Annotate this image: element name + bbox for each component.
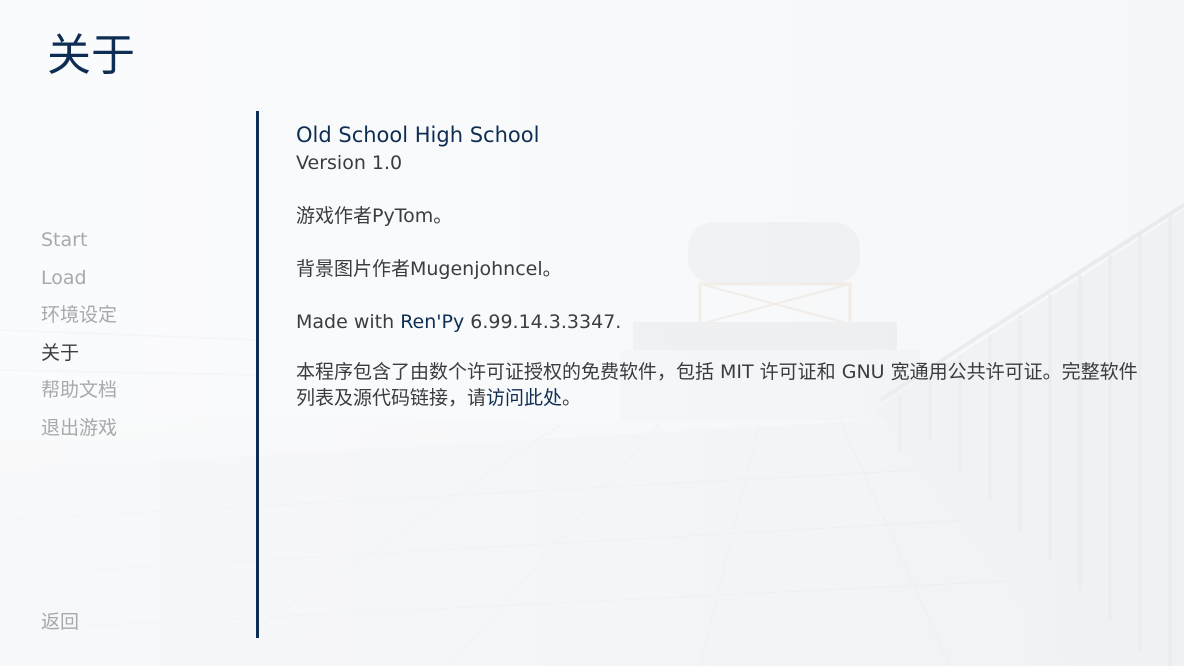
made-with-line: Made with Ren'Py 6.99.14.3.3347. [296, 308, 1146, 336]
about-content: Old School High School Version 1.0 游戏作者P… [296, 121, 1146, 411]
credit-background: 背景图片作者Mugenjohncel。 [296, 258, 562, 280]
nav-item-help[interactable]: 帮助文档 [41, 377, 241, 415]
nav-item-about[interactable]: 关于 [41, 340, 241, 378]
game-version: Version 1.0 [296, 152, 403, 174]
back-button[interactable]: 返回 [41, 609, 79, 635]
renpy-version: 6.99.14.3.3347. [464, 311, 622, 333]
renpy-link[interactable]: Ren'Py [400, 311, 464, 333]
credit-author: 游戏作者PyTom。 [296, 205, 453, 227]
nav-item-preferences[interactable]: 环境设定 [41, 302, 241, 340]
license-notice: 本程序包含了由数个许可证授权的免费软件，包括 MIT 许可证和 GNU 宽通用公… [296, 359, 1146, 411]
made-with-prefix: Made with [296, 311, 401, 333]
nav-item-quit[interactable]: 退出游戏 [41, 415, 241, 453]
nav-item-start[interactable]: Start [41, 227, 241, 265]
page-title: 关于 [47, 30, 135, 81]
main-menu-nav: Start Load 环境设定 关于 帮助文档 退出游戏 [41, 227, 241, 452]
license-link[interactable]: 访问此处 [486, 387, 562, 409]
about-screen: 关于 Start Load 环境设定 关于 帮助文档 退出游戏 返回 Old S… [0, 0, 1184, 666]
license-end: 。 [562, 387, 582, 409]
license-text: 本程序包含了由数个许可证授权的免费软件，包括 MIT 许可证和 GNU 宽通用公… [296, 361, 1138, 409]
vertical-divider [256, 111, 259, 638]
game-name: Old School High School [296, 123, 540, 147]
nav-item-load[interactable]: Load [41, 265, 241, 303]
